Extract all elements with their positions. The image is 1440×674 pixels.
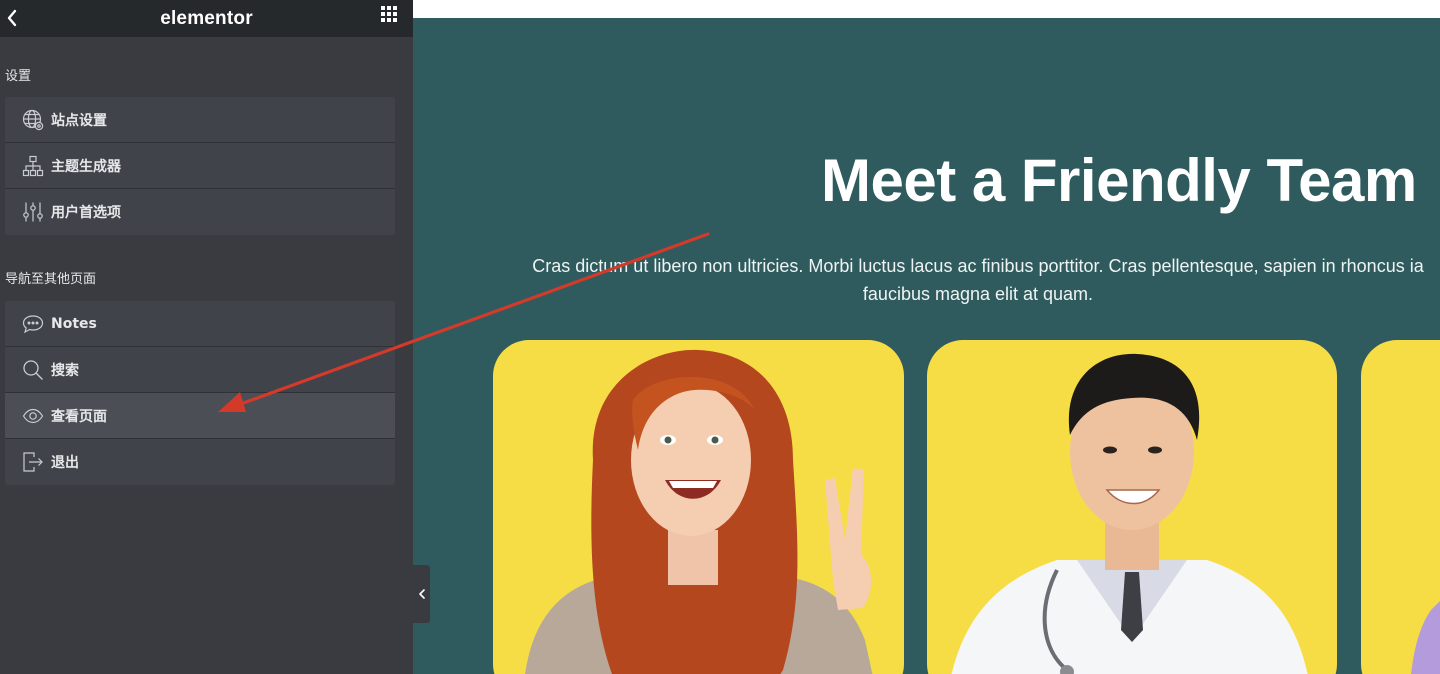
menu-item-exit[interactable]: 退出	[5, 439, 395, 485]
menu-label: 站点设置	[51, 112, 107, 129]
menu-label: 退出	[51, 455, 79, 471]
elementor-panel: elementor 设置 站点设置 主题生成器 用户首选项 导航至其他页面 No…	[0, 0, 413, 674]
elementor-logo: elementor	[160, 7, 253, 29]
navigate-menu: Notes 搜索 查看页面 退出	[5, 301, 395, 485]
page-preview-canvas: Meet a Friendly Team Cras dictum ut libe…	[413, 0, 1440, 674]
panel-header: elementor	[0, 0, 413, 37]
eye-icon	[22, 405, 44, 427]
team-member-photo-partial	[1411, 601, 1440, 674]
menu-label: 搜索	[51, 362, 79, 379]
team-member-card	[1361, 340, 1440, 674]
menu-item-theme-builder[interactable]: 主题生成器	[5, 143, 395, 189]
menu-item-user-preferences[interactable]: 用户首选项	[5, 189, 395, 235]
team-member-photo-woman	[525, 349, 873, 674]
team-member-card	[493, 340, 904, 674]
hero-paragraph-line-1: Cras dictum ut libero non ultricies. Mor…	[532, 256, 1424, 276]
search-icon	[22, 359, 44, 381]
hero-heading: Meet a Friendly Team	[821, 147, 1417, 214]
hero-paragraph: Cras dictum ut libero non ultricies. Mor…	[473, 252, 1440, 308]
settings-menu: 站点设置 主题生成器 用户首选项	[5, 97, 395, 235]
globe-settings-icon	[22, 109, 44, 131]
team-member-card	[927, 340, 1337, 674]
sitemap-icon	[22, 155, 44, 177]
collapse-panel-button[interactable]	[413, 565, 430, 623]
menu-item-site-settings[interactable]: 站点设置	[5, 97, 395, 143]
menu-label: 用户首选项	[51, 205, 121, 221]
sliders-icon	[22, 201, 44, 223]
menu-label: 主题生成器	[51, 158, 121, 175]
chat-bubble-icon	[22, 313, 44, 335]
hero-paragraph-line-2: faucibus magna elit at quam.	[862, 284, 1094, 304]
menu-item-notes[interactable]: Notes	[5, 301, 395, 347]
menu-item-view-page[interactable]: 查看页面	[5, 393, 395, 439]
exit-icon	[22, 451, 44, 473]
team-member-photo-doctor	[951, 353, 1308, 674]
menu-label: 查看页面	[51, 408, 107, 425]
navigate-section-title: 导航至其他页面	[5, 272, 97, 287]
settings-section-title: 设置	[5, 69, 32, 84]
menu-label: Notes	[51, 315, 97, 332]
apps-grid-icon[interactable]	[381, 6, 397, 22]
chevron-left-icon	[418, 589, 425, 599]
back-chevron-icon[interactable]	[4, 7, 20, 29]
menu-item-search[interactable]: 搜索	[5, 347, 395, 393]
